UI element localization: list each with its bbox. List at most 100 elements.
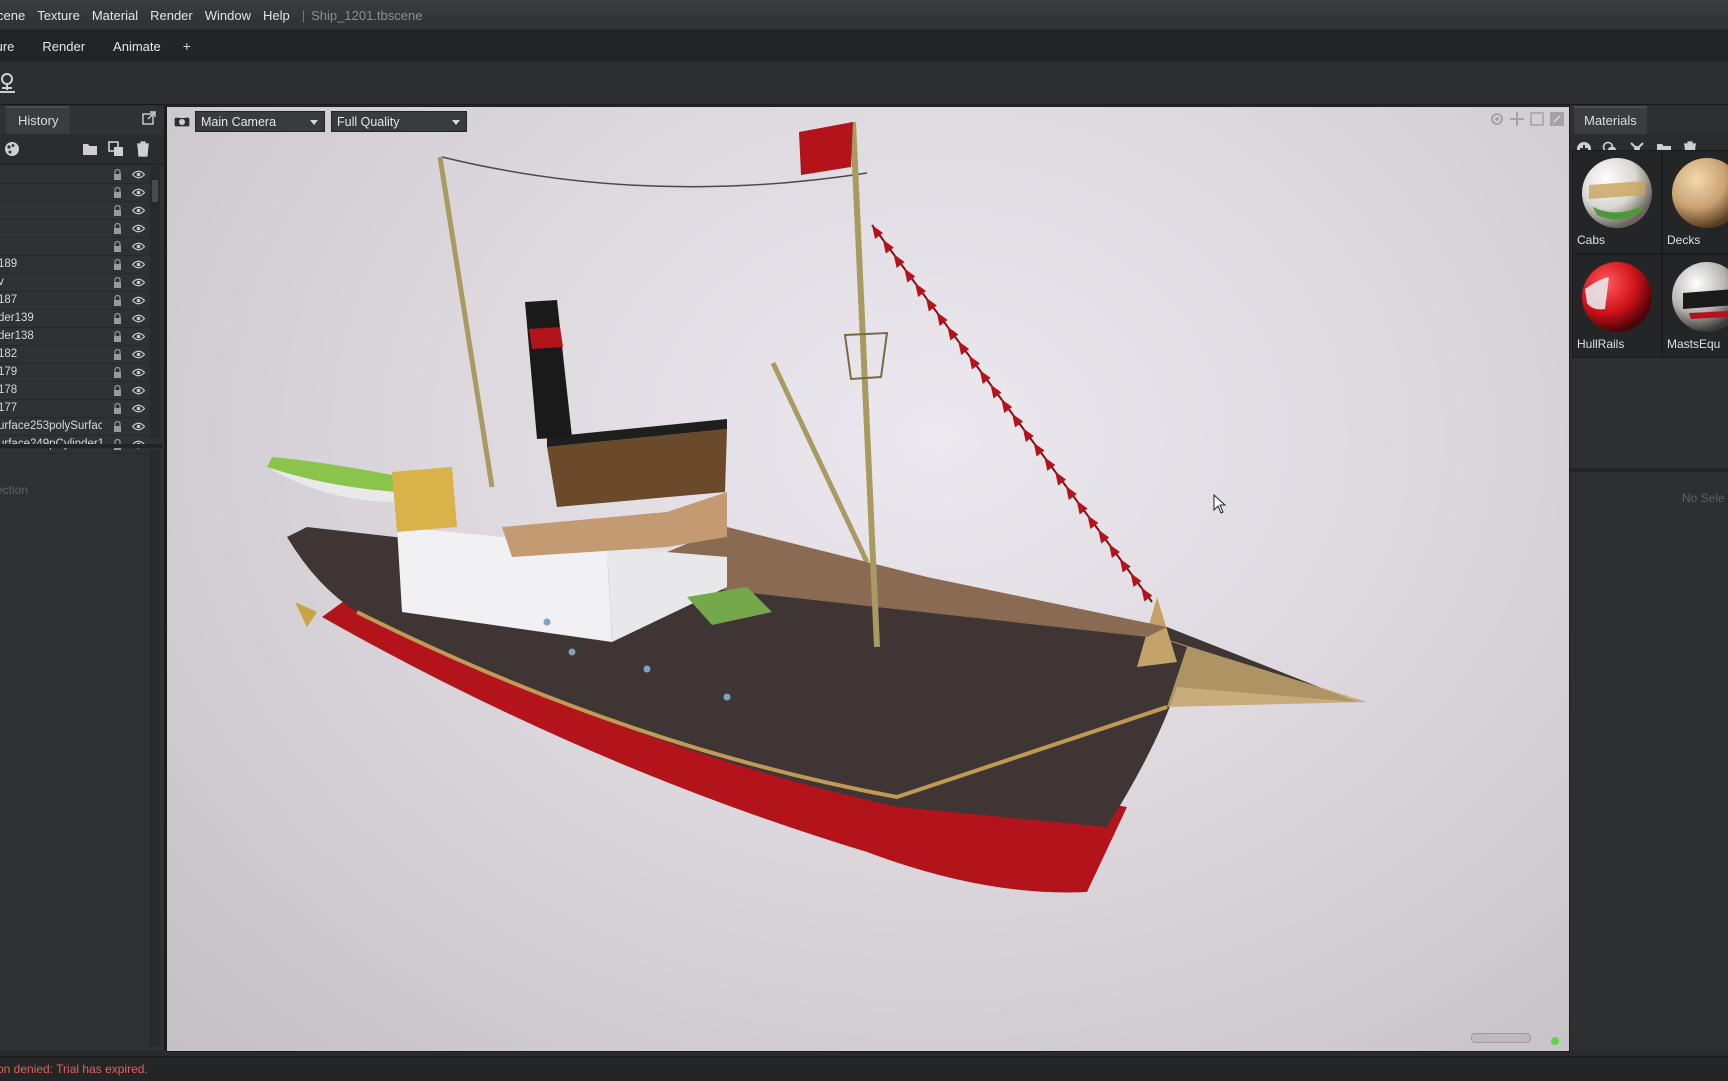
menu-material[interactable]: Material (86, 8, 144, 23)
list-item[interactable]: der139 (0, 310, 150, 328)
eye-icon[interactable] (132, 170, 145, 179)
lock-icon[interactable] (113, 277, 122, 288)
trash-icon[interactable] (135, 141, 151, 157)
lock-icon[interactable] (113, 187, 122, 198)
menu-separator: | (301, 7, 306, 23)
turntable-icon[interactable] (0, 70, 20, 96)
list-item[interactable] (0, 184, 150, 202)
status-led (1551, 1037, 1559, 1045)
list-item[interactable] (0, 202, 150, 220)
lock-icon[interactable] (113, 223, 122, 234)
frame-icon[interactable] (1529, 111, 1545, 127)
lock-icon[interactable] (113, 349, 122, 360)
list-item[interactable]: der138 (0, 328, 150, 346)
menu-window[interactable]: Window (199, 8, 257, 23)
lock-icon[interactable] (113, 331, 122, 342)
chevron-down-icon (310, 120, 318, 125)
material-tile-decks[interactable]: Decks (1662, 150, 1728, 254)
lock-icon[interactable] (113, 421, 122, 432)
eye-icon[interactable] (132, 296, 145, 305)
lock-icon[interactable] (113, 367, 122, 378)
duplicate-icon[interactable] (108, 141, 124, 157)
tab-texture[interactable]: ture (0, 39, 28, 54)
object-name: 187 (0, 294, 18, 306)
lock-icon[interactable] (113, 169, 122, 180)
move-icon[interactable] (1509, 111, 1525, 127)
lock-icon[interactable] (113, 241, 122, 252)
eye-icon[interactable] (132, 350, 145, 359)
eye-icon[interactable] (132, 332, 145, 341)
menu-help[interactable]: Help (257, 8, 296, 23)
quality-select[interactable]: Full Quality (331, 111, 467, 132)
room-tabs: ture Render Animate + (0, 31, 1728, 61)
list-item[interactable]: 178 (0, 382, 150, 400)
lock-icon[interactable] (113, 259, 122, 270)
material-tile-hullrails[interactable]: HullRails (1572, 254, 1662, 358)
list-item[interactable] (0, 238, 150, 256)
list-item[interactable]: v (0, 274, 150, 292)
toolbar (0, 62, 1728, 105)
viewport-toolbar: Main Camera Full Quality (167, 107, 1569, 137)
scrollbar-thumb[interactable] (152, 180, 158, 202)
mouse-cursor-icon (1213, 494, 1227, 514)
eye-icon[interactable] (132, 206, 145, 215)
status-bar: on denied: Trial has expired. (0, 1056, 1728, 1081)
list-item[interactable]: urface253polySurfac (0, 418, 150, 436)
object-name: 178 (0, 384, 18, 396)
lock-icon[interactable] (113, 403, 122, 414)
tab-history[interactable]: History (6, 106, 71, 134)
ship-model-render[interactable] (167, 107, 1569, 1051)
maximize-icon[interactable] (1549, 111, 1565, 127)
list-item[interactable]: 187 (0, 292, 150, 310)
eye-icon[interactable] (132, 368, 145, 377)
lock-icon[interactable] (113, 295, 122, 306)
folder-icon[interactable] (82, 141, 98, 157)
eye-icon[interactable] (132, 278, 145, 287)
popout-icon[interactable] (142, 111, 156, 125)
list-item[interactable]: 182 (0, 346, 150, 364)
viewport[interactable]: Main Camera Full Quality (166, 106, 1570, 1052)
panel-splitter[interactable] (1570, 468, 1728, 472)
list-item[interactable]: 177 (0, 400, 150, 418)
list-item[interactable] (0, 220, 150, 238)
viewport-slider[interactable] (1471, 1033, 1531, 1043)
palette-icon[interactable] (4, 141, 20, 157)
list-item[interactable]: 189 (0, 256, 150, 274)
eye-icon[interactable] (132, 422, 145, 431)
material-tile-mastsequ[interactable]: MastsEqu (1662, 254, 1728, 358)
eye-icon[interactable] (132, 224, 145, 233)
status-message: on denied: Trial has expired. (0, 1062, 148, 1076)
quality-select-value: Full Quality (337, 115, 400, 129)
properties-scrollbar[interactable] (150, 450, 160, 1046)
tab-animate[interactable]: Animate (99, 39, 175, 54)
menu-render[interactable]: Render (144, 8, 199, 23)
eye-icon[interactable] (132, 188, 145, 197)
list-item[interactable] (0, 166, 150, 184)
settings-icon[interactable] (1489, 111, 1505, 127)
eye-icon[interactable] (132, 314, 145, 323)
viewport-controls (1489, 111, 1565, 127)
add-tab-button[interactable]: + (175, 38, 199, 54)
tab-render[interactable]: Render (28, 39, 99, 54)
menu-texture[interactable]: Texture (31, 8, 86, 23)
lock-icon[interactable] (113, 205, 122, 216)
menu-scene[interactable]: cene (0, 8, 31, 23)
object-name: urface253polySurfac (0, 420, 102, 432)
panel-splitter[interactable] (0, 444, 162, 448)
eye-icon[interactable] (132, 404, 145, 413)
lock-icon[interactable] (113, 313, 122, 324)
propeller (295, 602, 317, 627)
object-name: v (0, 274, 102, 291)
eye-icon[interactable] (132, 242, 145, 251)
camera-icon[interactable] (173, 114, 191, 128)
tab-materials[interactable]: Materials (1574, 106, 1647, 134)
eye-icon[interactable] (132, 386, 145, 395)
material-tile-cabs[interactable]: Cabs (1572, 150, 1662, 254)
camera-select[interactable]: Main Camera (195, 111, 325, 132)
scene-list-scrollbar[interactable] (150, 166, 160, 438)
material-preview (1582, 262, 1652, 332)
lock-icon[interactable] (113, 385, 122, 396)
scene-panel: History 189 v 187 der139 der138 182 179 … (0, 106, 166, 1050)
eye-icon[interactable] (132, 260, 145, 269)
list-item[interactable]: 179 (0, 364, 150, 382)
